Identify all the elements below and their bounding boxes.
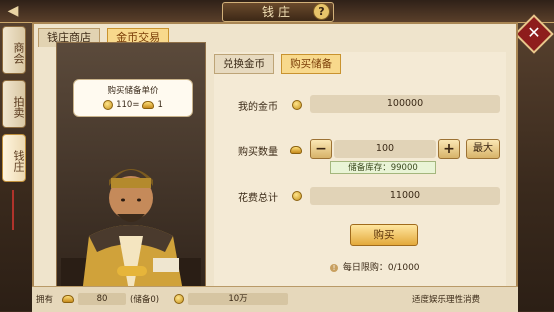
top-bar: ◀ 钱庄 ?	[0, 0, 554, 23]
slogan: 适度娱乐理性消费	[412, 293, 480, 305]
side-tab-qianzhuang[interactable]: 钱庄	[2, 134, 26, 182]
merchant-illustration	[61, 169, 201, 302]
sub-tabs: 兑换金币 购买储备	[214, 52, 343, 74]
ingot-value: 80	[78, 293, 126, 305]
daily-limit-text: 每日限购：0/1000	[342, 263, 420, 273]
side-tab-shanghui[interactable]: 商会	[2, 26, 26, 74]
ingot-balance: 80 (储备0)	[62, 293, 159, 305]
decrease-button[interactable]: −	[310, 139, 332, 159]
total-label: 花费总计	[238, 193, 278, 204]
quantity-input[interactable]: 100	[334, 140, 436, 158]
buy-qty-label: 购买数量	[238, 147, 278, 158]
my-gold-label: 我的金币	[238, 102, 278, 113]
ingot-icon	[62, 295, 74, 303]
own-label: 拥有	[36, 293, 53, 305]
stock-badge: 储备库存：99000	[330, 161, 436, 174]
increase-button[interactable]: +	[438, 139, 460, 159]
coin-value: 10万	[188, 293, 288, 305]
ingot-icon	[142, 101, 155, 109]
coin-balance: 10万	[174, 293, 288, 305]
bottom-bar: 拥有 80 (储备0) 10万 适度娱乐理性消费	[32, 286, 518, 312]
side-tab-paimai[interactable]: 拍卖	[2, 80, 26, 128]
bubble-title: 购买储备单价	[107, 86, 159, 96]
daily-limit: ! 每日限购：0/1000	[330, 260, 420, 273]
info-icon: !	[330, 263, 338, 272]
help-button[interactable]: ?	[313, 3, 330, 20]
coin-icon	[174, 294, 184, 304]
total-field: 11000	[310, 187, 500, 205]
tassel-decoration	[12, 190, 14, 230]
coin-icon	[103, 100, 114, 110]
coin-icon	[292, 191, 302, 201]
back-arrow-icon[interactable]: ◀	[4, 2, 22, 20]
ingot-note: (储备0)	[130, 295, 160, 305]
exchange-panel: 兑换金币 购买储备 我的金币 100000 购买数量 − 100 + 最大 储备…	[214, 52, 506, 292]
slogan-text: 适度娱乐理性消费	[412, 295, 481, 305]
merchant-portrait: 购买储备单价 110= 1	[56, 42, 206, 305]
price-bubble: 购买储备单价 110= 1	[73, 79, 193, 117]
tab-buy-reserve[interactable]: 购买储备	[281, 54, 342, 74]
tab-exchange-gold[interactable]: 兑换金币	[214, 54, 274, 74]
max-button[interactable]: 最大	[466, 139, 500, 159]
side-tabs: 商会 拍卖 钱庄	[2, 26, 28, 188]
main-panel: 钱庄商店 金币交易 购买储备单价 110= 1 兑换金币 购买储备 我的金币 1…	[32, 22, 518, 311]
rate-left: 110=	[116, 100, 140, 110]
my-gold-field: 100000	[310, 95, 500, 113]
close-icon: ✕	[527, 23, 541, 42]
bubble-rate: 110= 1	[74, 100, 192, 110]
buy-button[interactable]: 购买	[350, 224, 418, 246]
coin-icon	[292, 100, 302, 110]
own-text: 拥有	[36, 295, 54, 305]
ingot-icon	[290, 146, 302, 154]
rate-right: 1	[157, 100, 163, 110]
